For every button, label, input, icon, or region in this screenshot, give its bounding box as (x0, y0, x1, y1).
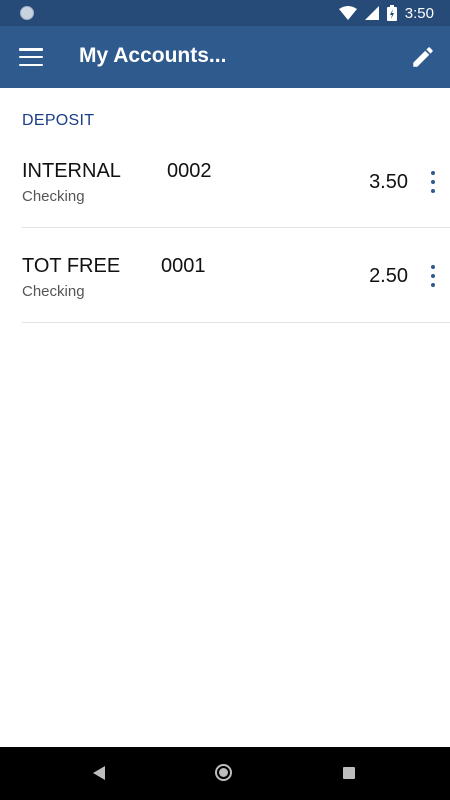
account-row[interactable]: INTERNAL 0002 Checking 3.50 (22, 134, 450, 228)
battery-charging-icon (386, 5, 397, 21)
account-number: 0002 (167, 160, 212, 182)
account-number: 0001 (161, 255, 206, 277)
section-header: DEPOSIT (22, 112, 95, 129)
account-type: Checking (22, 283, 85, 300)
signal-icon (364, 6, 379, 20)
home-icon[interactable] (215, 764, 232, 781)
more-vertical-icon[interactable] (428, 265, 438, 287)
app-bar: My Accounts... (0, 26, 450, 88)
account-name: INTERNAL (22, 160, 121, 182)
wifi-icon (338, 6, 357, 20)
status-bar: 3:50 (0, 0, 450, 26)
account-row[interactable]: TOT FREE 0001 Checking 2.50 (22, 229, 450, 323)
more-vertical-icon[interactable] (428, 171, 438, 193)
status-icons: 3:50 (338, 0, 434, 26)
account-name: TOT FREE (22, 255, 121, 277)
account-balance: 3.50 (369, 171, 408, 193)
hamburger-icon[interactable] (19, 46, 43, 68)
recents-icon[interactable] (343, 767, 355, 779)
account-type: Checking (22, 188, 85, 205)
status-time: 3:50 (404, 4, 434, 22)
account-balance: 2.50 (369, 265, 408, 287)
system-nav-bar (0, 747, 450, 800)
pencil-icon[interactable] (410, 44, 436, 70)
back-icon[interactable] (92, 766, 106, 780)
notification-icon (20, 6, 34, 20)
page-title: My Accounts... (79, 44, 227, 67)
